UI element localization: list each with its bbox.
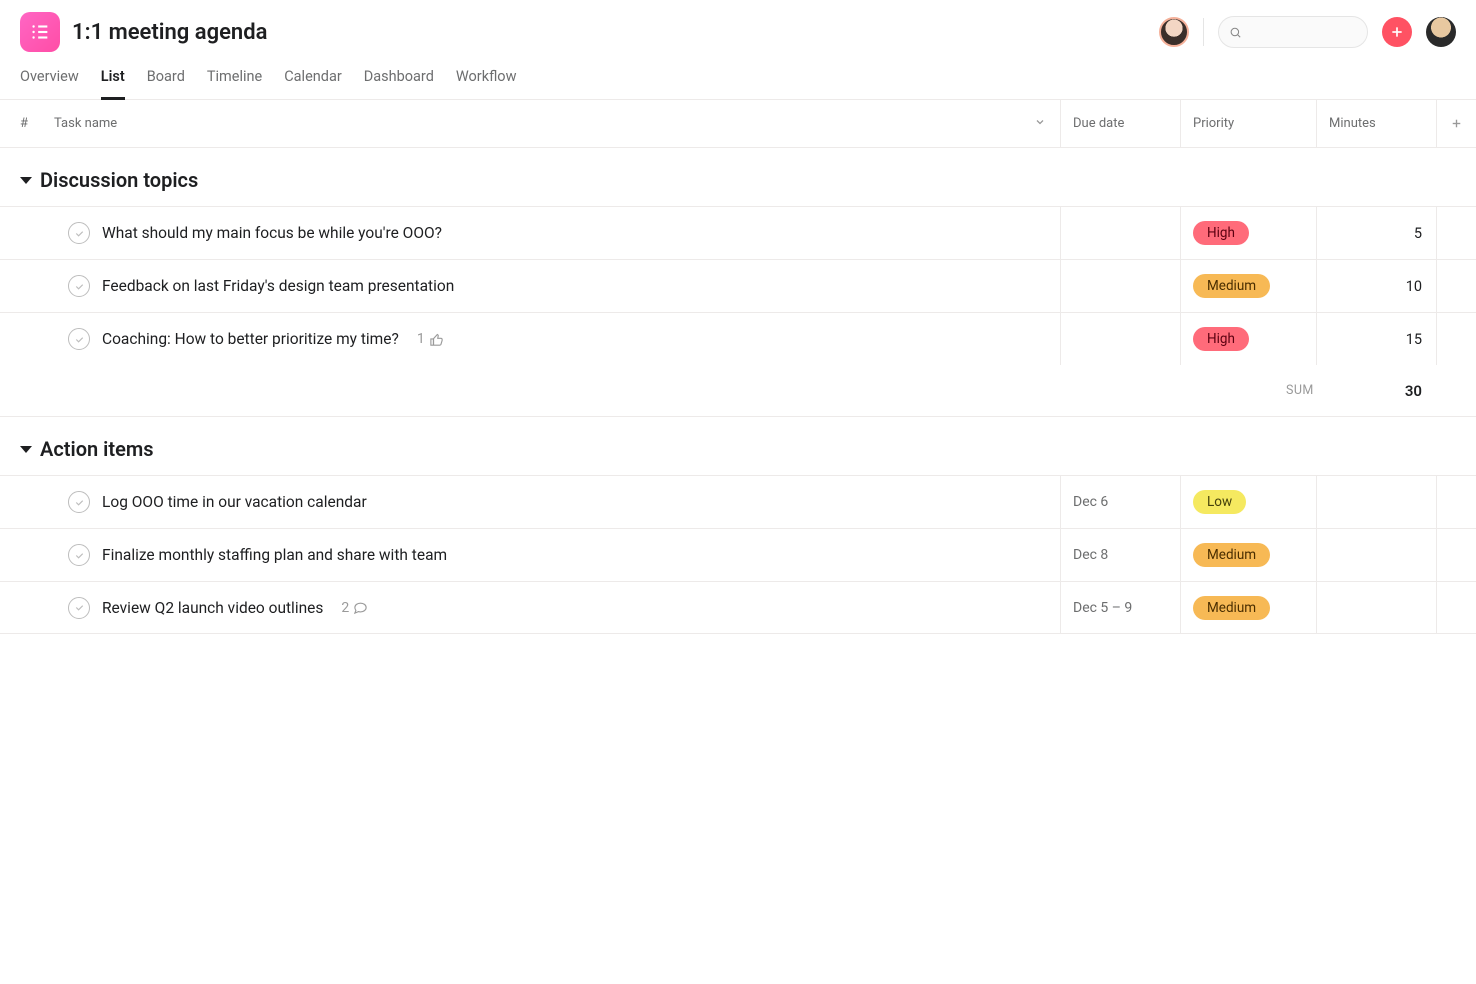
- complete-checkbox[interactable]: [68, 544, 90, 566]
- member-avatar-1[interactable]: [1159, 17, 1189, 47]
- sum-row: SUM 30: [0, 365, 1476, 417]
- task-row[interactable]: Finalize monthly staffing plan and share…: [0, 528, 1476, 581]
- task-name[interactable]: What should my main focus be while you'r…: [102, 224, 442, 242]
- due-date-cell[interactable]: Dec 6: [1060, 476, 1180, 528]
- complete-checkbox[interactable]: [68, 222, 90, 244]
- project-icon: [20, 12, 60, 52]
- tab-list[interactable]: List: [101, 62, 125, 100]
- task-row[interactable]: Review Q2 launch video outlines 2 Dec 5 …: [0, 581, 1476, 634]
- section-title: Discussion topics: [40, 168, 198, 192]
- sum-label: SUM: [1286, 383, 1314, 398]
- sum-value: 30: [1405, 382, 1422, 400]
- col-header-number: #: [0, 116, 40, 131]
- priority-pill[interactable]: Medium: [1193, 543, 1270, 567]
- task-row[interactable]: What should my main focus be while you'r…: [0, 206, 1476, 259]
- plus-icon: [1450, 117, 1463, 130]
- row-extra-cell: [1436, 582, 1476, 633]
- row-extra-cell: [1436, 207, 1476, 259]
- user-avatar[interactable]: [1426, 17, 1456, 47]
- complete-checkbox[interactable]: [68, 597, 90, 619]
- search-input-wrapper[interactable]: [1218, 16, 1368, 48]
- minutes-cell[interactable]: [1316, 582, 1436, 633]
- task-name[interactable]: Feedback on last Friday's design team pr…: [102, 277, 454, 295]
- plus-icon: [1389, 24, 1405, 40]
- task-name[interactable]: Coaching: How to better prioritize my ti…: [102, 330, 399, 348]
- minutes-cell[interactable]: 5: [1316, 207, 1436, 259]
- minutes-cell[interactable]: [1316, 476, 1436, 528]
- minutes-cell[interactable]: 10: [1316, 260, 1436, 312]
- minutes-cell[interactable]: 15: [1316, 313, 1436, 365]
- priority-cell[interactable]: High: [1180, 207, 1316, 259]
- priority-cell[interactable]: Medium: [1180, 260, 1316, 312]
- complete-checkbox[interactable]: [68, 328, 90, 350]
- minutes-cell[interactable]: [1316, 529, 1436, 581]
- row-extra-cell: [1436, 529, 1476, 581]
- complete-checkbox[interactable]: [68, 275, 90, 297]
- section-header[interactable]: Discussion topics: [0, 148, 1476, 206]
- due-date-cell[interactable]: [1060, 260, 1180, 312]
- col-header-priority[interactable]: Priority: [1180, 100, 1316, 147]
- caret-down-icon: [20, 446, 32, 453]
- tab-calendar[interactable]: Calendar: [284, 62, 342, 99]
- priority-pill[interactable]: High: [1193, 327, 1249, 351]
- list-icon: [29, 21, 51, 43]
- due-date-cell[interactable]: Dec 5 – 9: [1060, 582, 1180, 633]
- col-header-due[interactable]: Due date: [1060, 100, 1180, 147]
- col-header-task[interactable]: Task name: [40, 116, 1060, 132]
- search-icon: [1229, 25, 1242, 40]
- task-main[interactable]: Feedback on last Friday's design team pr…: [20, 260, 1060, 312]
- project-title[interactable]: 1:1 meeting agenda: [72, 20, 267, 45]
- col-header-task-label: Task name: [54, 116, 117, 131]
- caret-down-icon: [20, 177, 32, 184]
- add-column-button[interactable]: [1436, 100, 1476, 147]
- priority-pill[interactable]: Medium: [1193, 596, 1270, 620]
- priority-cell[interactable]: Medium: [1180, 582, 1316, 633]
- tab-workflow[interactable]: Workflow: [456, 62, 517, 99]
- topbar: 1:1 meeting agenda: [0, 0, 1476, 52]
- task-main[interactable]: Log OOO time in our vacation calendar: [20, 476, 1060, 528]
- add-button[interactable]: [1382, 17, 1412, 47]
- col-header-minutes[interactable]: Minutes: [1316, 100, 1436, 147]
- due-date-cell[interactable]: [1060, 313, 1180, 365]
- view-tabs: Overview List Board Timeline Calendar Da…: [0, 52, 1476, 100]
- priority-cell[interactable]: Low: [1180, 476, 1316, 528]
- section-header[interactable]: Action items: [0, 417, 1476, 475]
- section-title: Action items: [40, 437, 154, 461]
- complete-checkbox[interactable]: [68, 491, 90, 513]
- row-extra-cell: [1436, 476, 1476, 528]
- task-name[interactable]: Review Q2 launch video outlines: [102, 599, 323, 617]
- column-header-row: # Task name Due date Priority Minutes: [0, 100, 1476, 148]
- priority-pill[interactable]: Medium: [1193, 274, 1270, 298]
- task-name[interactable]: Finalize monthly staffing plan and share…: [102, 546, 447, 564]
- task-main[interactable]: Review Q2 launch video outlines 2: [20, 582, 1060, 633]
- topbar-right: [1159, 16, 1456, 48]
- tab-timeline[interactable]: Timeline: [207, 62, 262, 99]
- task-name[interactable]: Log OOO time in our vacation calendar: [102, 493, 367, 511]
- tab-board[interactable]: Board: [147, 62, 185, 99]
- priority-cell[interactable]: Medium: [1180, 529, 1316, 581]
- priority-cell[interactable]: High: [1180, 313, 1316, 365]
- priority-pill[interactable]: High: [1193, 221, 1249, 245]
- tab-dashboard[interactable]: Dashboard: [364, 62, 434, 99]
- tab-overview[interactable]: Overview: [20, 62, 79, 99]
- search-input[interactable]: [1248, 25, 1357, 40]
- task-main[interactable]: What should my main focus be while you'r…: [20, 207, 1060, 259]
- row-extra-cell: [1436, 313, 1476, 365]
- like-count[interactable]: 1: [417, 331, 444, 347]
- due-date-cell[interactable]: Dec 8: [1060, 529, 1180, 581]
- task-main[interactable]: Finalize monthly staffing plan and share…: [20, 529, 1060, 581]
- task-row[interactable]: Feedback on last Friday's design team pr…: [0, 259, 1476, 312]
- due-date-cell[interactable]: [1060, 207, 1180, 259]
- task-row[interactable]: Log OOO time in our vacation calendar De…: [0, 475, 1476, 528]
- divider: [1203, 18, 1204, 46]
- task-main[interactable]: Coaching: How to better prioritize my ti…: [20, 313, 1060, 365]
- row-extra-cell: [1436, 260, 1476, 312]
- priority-pill[interactable]: Low: [1193, 490, 1246, 514]
- comment-count[interactable]: 2: [341, 600, 368, 616]
- task-row[interactable]: Coaching: How to better prioritize my ti…: [0, 312, 1476, 365]
- chevron-down-icon[interactable]: [1034, 116, 1046, 132]
